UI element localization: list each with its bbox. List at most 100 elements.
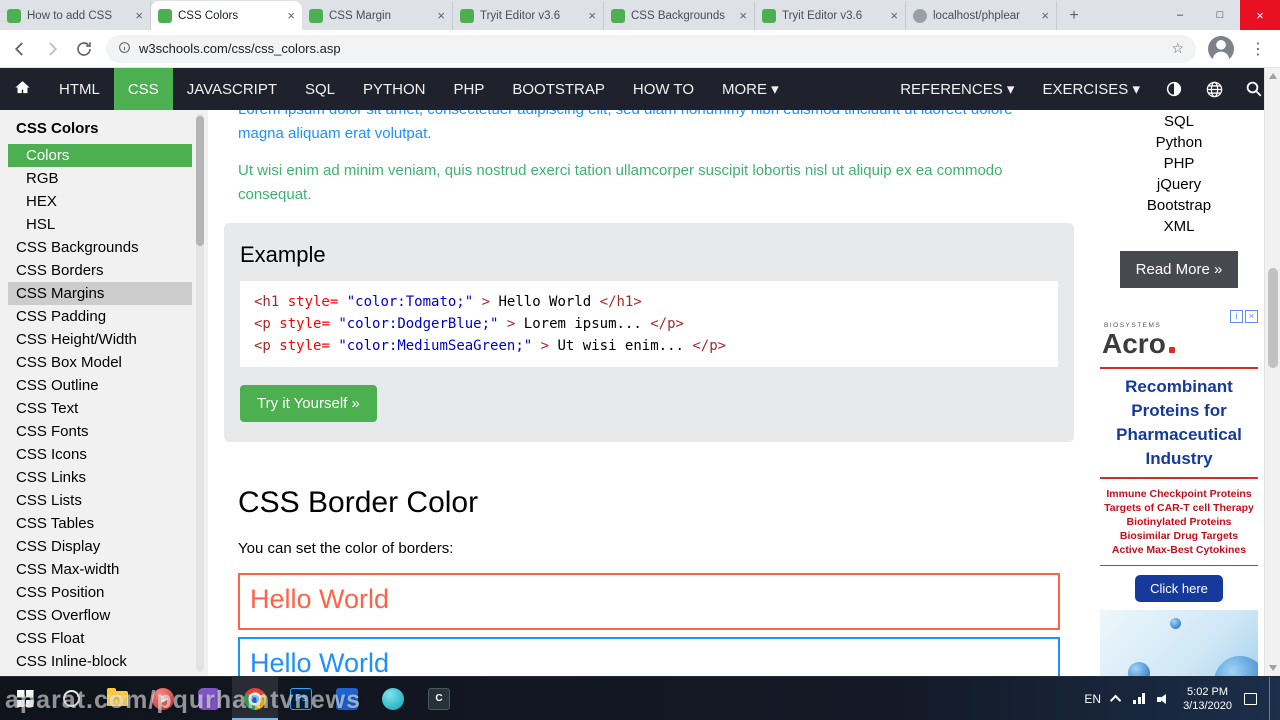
- browser-tab[interactable]: Tryit Editor v3.6 ×: [453, 1, 604, 30]
- browser-tab[interactable]: CSS Margin ×: [302, 1, 453, 30]
- sidebar-item[interactable]: CSS Position: [8, 581, 192, 604]
- c-editor-icon[interactable]: C: [416, 677, 462, 720]
- sidebar-item[interactable]: CSS Text: [8, 397, 192, 420]
- sidebar-item[interactable]: CSS Borders: [8, 259, 192, 282]
- nav-item[interactable]: CSS: [113, 68, 173, 110]
- sidebar-item[interactable]: CSS Icons: [8, 443, 192, 466]
- video-player-icon[interactable]: [186, 677, 232, 720]
- messenger-icon[interactable]: [370, 677, 416, 720]
- sidebar-item[interactable]: CSS Max-width: [8, 558, 192, 581]
- sidebar-scrollbar-thumb[interactable]: [196, 116, 204, 246]
- tab-close-icon[interactable]: ×: [1041, 8, 1049, 23]
- window-minimize-button[interactable]: –: [1160, 0, 1200, 30]
- reference-link[interactable]: Python: [1100, 132, 1258, 153]
- advertisement[interactable]: i × BIOSYSTEMS Acro Recombinant Proteins…: [1100, 310, 1258, 676]
- tab-close-icon[interactable]: ×: [437, 8, 445, 23]
- page-scrollbar[interactable]: [1264, 68, 1280, 676]
- globe-icon[interactable]: [1194, 68, 1234, 110]
- new-tab-button[interactable]: +: [1061, 3, 1087, 29]
- read-more-button[interactable]: Read More »: [1119, 251, 1239, 288]
- sidebar-item[interactable]: Colors: [8, 144, 192, 167]
- ad-info-icon[interactable]: i: [1230, 310, 1243, 323]
- nav-item[interactable]: SQL: [291, 68, 349, 110]
- window-close-button[interactable]: ×: [1240, 0, 1280, 30]
- nav-item-label: HTML: [59, 80, 100, 98]
- nav-item[interactable]: BOOTSTRAP: [498, 68, 619, 110]
- ad-close-icon[interactable]: ×: [1245, 310, 1258, 323]
- nav-item[interactable]: HOW TO: [619, 68, 708, 110]
- sidebar-item[interactable]: CSS Float: [8, 627, 192, 650]
- contrast-icon[interactable]: [1154, 68, 1194, 110]
- dreamweaver-icon[interactable]: [324, 677, 370, 720]
- browser-tab[interactable]: How to add CSS ×: [0, 1, 151, 30]
- cortana-search-icon[interactable]: [48, 677, 94, 720]
- reference-link[interactable]: PHP: [1100, 153, 1258, 174]
- taskbar-clock[interactable]: 5:02 PM 3/13/2020: [1183, 685, 1232, 713]
- sidebar-item[interactable]: CSS Padding: [8, 305, 192, 328]
- reference-link[interactable]: Bootstrap: [1100, 195, 1258, 216]
- sidebar-item[interactable]: CSS Margins: [8, 282, 192, 305]
- nav-item[interactable]: REFERENCES ▾: [886, 68, 1028, 110]
- page-scrollbar-thumb[interactable]: [1268, 268, 1278, 368]
- language-indicator[interactable]: EN: [1084, 692, 1101, 706]
- volume-icon[interactable]: [1157, 693, 1171, 705]
- chrome-icon[interactable]: [232, 677, 278, 720]
- nav-item[interactable]: EXERCISES ▾: [1028, 68, 1154, 110]
- browser-tab[interactable]: localhost/phplear ×: [906, 1, 1057, 30]
- back-icon[interactable]: [10, 39, 30, 59]
- sidebar-item[interactable]: HSL: [8, 213, 192, 236]
- sidebar-item[interactable]: HEX: [8, 190, 192, 213]
- media-player-icon[interactable]: [140, 677, 186, 720]
- tab-close-icon[interactable]: ×: [135, 8, 143, 23]
- browser-tab[interactable]: CSS Backgrounds ×: [604, 1, 755, 30]
- nav-item[interactable]: JAVASCRIPT: [173, 68, 291, 110]
- sidebar-item[interactable]: CSS Inline-block: [8, 650, 192, 673]
- profile-avatar[interactable]: [1208, 35, 1234, 62]
- sidebar-item[interactable]: CSS Backgrounds: [8, 236, 192, 259]
- tab-close-icon[interactable]: ×: [287, 8, 295, 23]
- sidebar-item[interactable]: CSS Overflow: [8, 604, 192, 627]
- nav-item[interactable]: PHP: [440, 68, 499, 110]
- reference-link[interactable]: jQuery: [1100, 174, 1258, 195]
- address-bar[interactable]: w3schools.com/css/css_colors.asp ☆: [106, 34, 1196, 63]
- browser-tab[interactable]: CSS Colors ×: [151, 1, 302, 30]
- sidebar-item[interactable]: CSS Fonts: [8, 420, 192, 443]
- sidebar-title[interactable]: CSS Colors: [8, 116, 192, 144]
- browser-tab[interactable]: Tryit Editor v3.6 ×: [755, 1, 906, 30]
- refresh-icon[interactable]: [74, 39, 94, 59]
- sidebar-item[interactable]: CSS Outline: [8, 374, 192, 397]
- ad-click-here-button[interactable]: Click here: [1135, 575, 1223, 602]
- sidebar-item[interactable]: CSS Box Model: [8, 351, 192, 374]
- nav-item[interactable]: MORE ▾: [708, 68, 793, 110]
- sidebar-item[interactable]: CSS Links: [8, 466, 192, 489]
- code-block: <h1 style= "color:Tomato;" > Hello World…: [240, 281, 1058, 367]
- sidebar-item[interactable]: CSS Lists: [8, 489, 192, 512]
- sidebar-item[interactable]: RGB: [8, 167, 192, 190]
- show-desktop-button[interactable]: [1269, 677, 1274, 720]
- nav-item[interactable]: HTML: [45, 68, 114, 110]
- window-maximize-button[interactable]: □: [1200, 0, 1240, 30]
- reference-link[interactable]: XML: [1100, 216, 1258, 237]
- sidebar-item[interactable]: CSS Tables: [8, 512, 192, 535]
- home-nav-item[interactable]: [0, 68, 45, 110]
- reference-link[interactable]: SQL: [1100, 111, 1258, 132]
- try-it-yourself-button[interactable]: Try it Yourself »: [240, 385, 377, 422]
- nav-item[interactable]: PYTHON: [349, 68, 440, 110]
- sidebar-scrollbar[interactable]: [196, 114, 204, 672]
- start-button[interactable]: [2, 677, 48, 720]
- forward-icon[interactable]: [42, 39, 62, 59]
- sidebar-item[interactable]: CSS Height/Width: [8, 328, 192, 351]
- browser-menu-icon[interactable]: ⋮: [1246, 39, 1270, 59]
- network-icon[interactable]: [1133, 693, 1146, 704]
- site-info-icon[interactable]: [118, 41, 131, 57]
- bookmark-star-icon[interactable]: ☆: [1171, 40, 1184, 57]
- code-segment: Lorem ipsum...: [523, 316, 642, 332]
- tab-close-icon[interactable]: ×: [890, 8, 898, 23]
- tab-close-icon[interactable]: ×: [588, 8, 596, 23]
- photoshop-icon[interactable]: Ps: [278, 677, 324, 720]
- file-explorer-icon[interactable]: [94, 677, 140, 720]
- action-center-icon[interactable]: [1244, 692, 1257, 705]
- tab-close-icon[interactable]: ×: [739, 8, 747, 23]
- chevron-up-icon[interactable]: [1109, 694, 1122, 706]
- sidebar-item[interactable]: CSS Display: [8, 535, 192, 558]
